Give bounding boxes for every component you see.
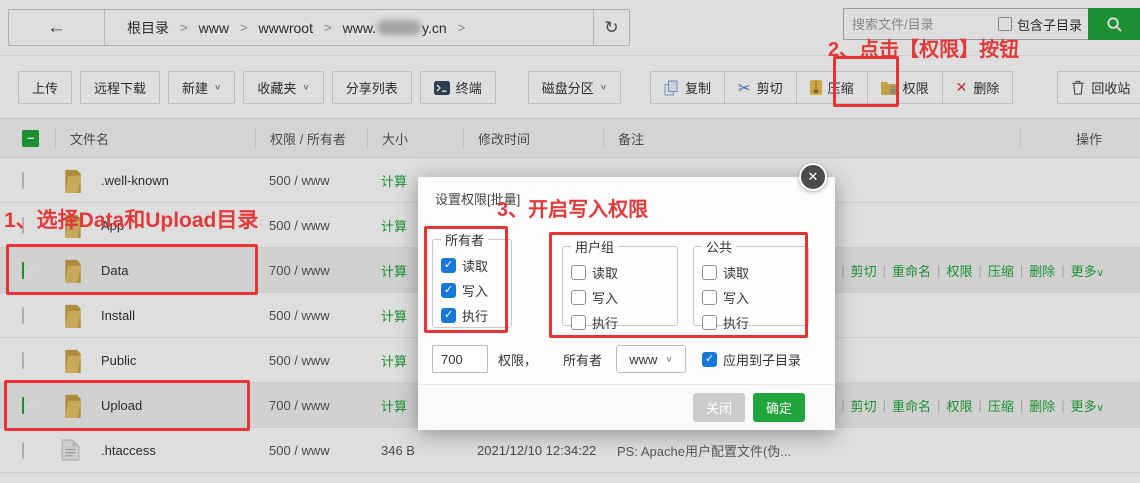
public-write-label: 写入 xyxy=(723,288,749,307)
close-icon: ✕ xyxy=(808,169,819,185)
owner-select-value: www xyxy=(629,352,657,367)
owner-read-label: 读取 xyxy=(462,256,488,275)
public-read-checkbox[interactable] xyxy=(702,265,717,280)
close-dialog-button[interactable]: ✕ xyxy=(799,163,827,191)
public-permission-group: 公共 读取 写入 执行 xyxy=(693,237,809,326)
group-write-label: 写入 xyxy=(592,288,618,307)
public-read-label: 读取 xyxy=(723,263,749,282)
owner-label: 所有者 xyxy=(563,350,602,369)
chevron-down-icon: ∨ xyxy=(665,355,672,364)
apply-subdir-checkbox[interactable] xyxy=(702,352,717,367)
group-exec-label: 执行 xyxy=(592,313,618,332)
public-write-checkbox[interactable] xyxy=(702,290,717,305)
usergroup-permission-group: 用户组 读取 写入 执行 xyxy=(562,237,678,326)
owner-read-checkbox[interactable] xyxy=(441,258,456,273)
group-exec-checkbox[interactable] xyxy=(571,315,586,330)
public-group-label: 公共 xyxy=(702,237,736,256)
owner-select[interactable]: www ∨ xyxy=(616,345,686,373)
owner-write-checkbox[interactable] xyxy=(441,283,456,298)
annotation-step1-text: 1、选择Data和Upload目录 xyxy=(4,204,258,234)
usergroup-group-label: 用户组 xyxy=(571,237,618,256)
owner-exec-label: 执行 xyxy=(462,306,488,325)
annotation-step3-text: 3、开启写入权限 xyxy=(497,193,648,222)
owner-write-label: 写入 xyxy=(462,281,488,300)
owner-permission-group: 所有者 读取 写入 执行 xyxy=(432,230,512,328)
public-exec-label: 执行 xyxy=(723,313,749,332)
group-write-checkbox[interactable] xyxy=(571,290,586,305)
apply-subdir-label: 应用到子目录 xyxy=(723,350,801,369)
group-read-checkbox[interactable] xyxy=(571,265,586,280)
group-read-label: 读取 xyxy=(592,263,618,282)
annotation-step2-text: 2、点击【权限】按钮 xyxy=(828,33,1019,62)
confirm-button[interactable]: 确定 xyxy=(753,393,805,422)
permission-label: 权限， xyxy=(498,350,537,369)
owner-group-label: 所有者 xyxy=(441,230,488,249)
public-exec-checkbox[interactable] xyxy=(702,315,717,330)
close-button[interactable]: 关闭 xyxy=(693,393,745,422)
permission-value-input[interactable] xyxy=(432,345,488,373)
owner-exec-checkbox[interactable] xyxy=(441,308,456,323)
dialog-footer: 关闭 确定 xyxy=(418,384,835,430)
